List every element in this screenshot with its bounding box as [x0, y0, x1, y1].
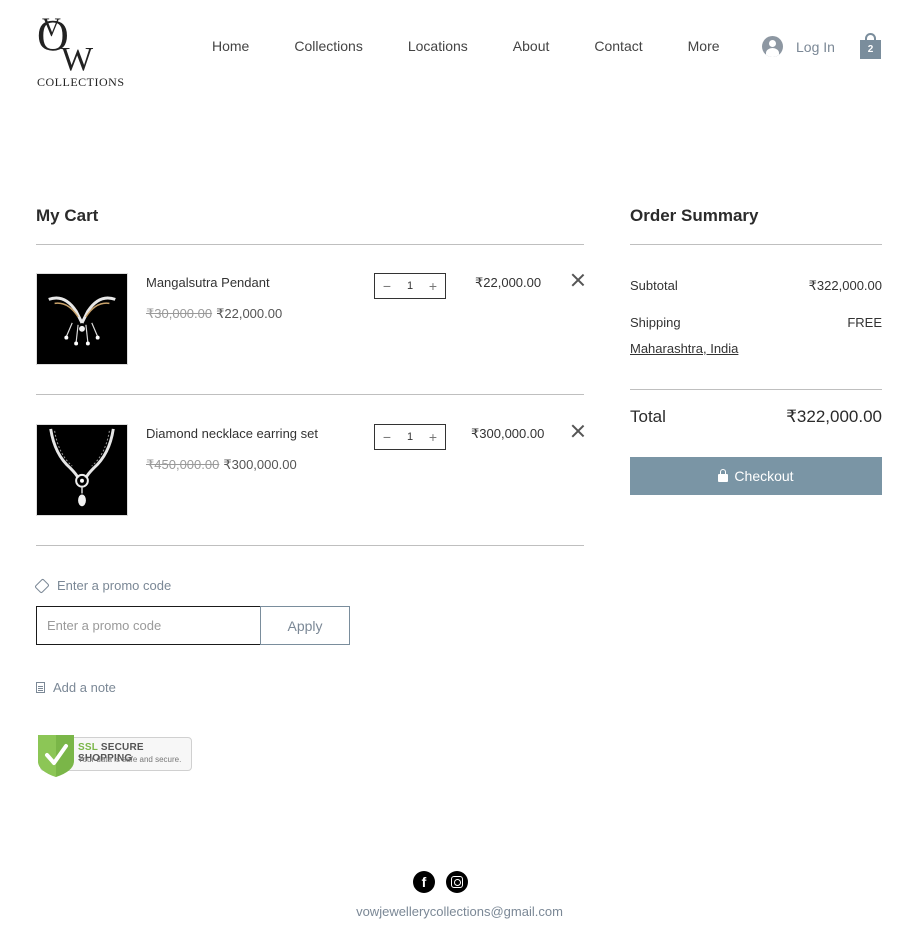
note-icon [36, 682, 45, 693]
increment-button[interactable]: + [427, 430, 439, 444]
quantity-stepper[interactable]: − 1 + [374, 273, 446, 299]
login-button[interactable]: Log In [762, 36, 835, 57]
ssl-secure-badge: SSL SECURE SHOPPING Your data is safe an… [36, 733, 193, 777]
nav-contact[interactable]: Contact [594, 38, 642, 54]
subtotal-value: ₹322,000.00 [808, 278, 882, 293]
instagram-button[interactable] [446, 871, 468, 893]
summary-divider [630, 389, 882, 390]
product-thumbnail[interactable] [36, 273, 128, 365]
line-total: ₹22,000.00 [475, 275, 542, 290]
original-price: ₹450,000.00 [146, 457, 220, 472]
social-links: f [413, 871, 468, 893]
contact-email[interactable]: vowjewellerycollections@gmail.com [0, 904, 919, 919]
cart-item: Mangalsutra Pendant ₹30,000.00 ₹22,000.00… [36, 273, 584, 365]
cart-title: My Cart [36, 206, 99, 225]
vow-monogram-icon: O V W [37, 11, 94, 73]
apply-promo-button[interactable]: Apply [260, 606, 350, 645]
promo-code-toggle[interactable]: Enter a promo code [34, 577, 172, 594]
product-price: ₹450,000.00 ₹300,000.00 [146, 457, 297, 473]
lock-icon [718, 468, 729, 482]
product-name[interactable]: Mangalsutra Pendant [146, 275, 270, 290]
cart-button[interactable]: 2 [860, 33, 881, 59]
svg-text:W: W [61, 41, 94, 73]
sale-price: ₹300,000.00 [223, 457, 297, 472]
original-price: ₹30,000.00 [146, 306, 213, 321]
product-price: ₹30,000.00 ₹22,000.00 [146, 306, 282, 322]
user-avatar-icon [762, 36, 783, 57]
nav-about[interactable]: About [513, 38, 550, 54]
checkout-button[interactable]: Checkout [630, 457, 882, 495]
total-value: ₹322,000.00 [786, 407, 882, 426]
increment-button[interactable]: + [427, 279, 439, 293]
remove-item-close-icon[interactable] [571, 273, 585, 287]
cart-count-badge: 2 [860, 40, 881, 59]
checkout-label: Checkout [734, 468, 794, 484]
subtotal-label: Subtotal [630, 278, 678, 293]
total-label: Total [630, 407, 666, 426]
nav-more[interactable]: More [688, 38, 720, 54]
quantity-stepper[interactable]: − 1 + [374, 424, 446, 450]
nav-collections[interactable]: Collections [294, 38, 362, 54]
tag-icon [34, 577, 50, 594]
line-total: ₹300,000.00 [471, 426, 545, 441]
product-thumbnail[interactable] [36, 424, 128, 516]
decrement-button[interactable]: − [381, 279, 393, 293]
logo-wordmark: COLLECTIONS [37, 75, 125, 89]
quantity-value[interactable]: 1 [407, 280, 413, 292]
remove-item-close-icon[interactable] [571, 424, 585, 438]
summary-divider-top [630, 244, 882, 245]
login-label: Log In [796, 38, 835, 55]
shield-check-icon [38, 735, 74, 777]
facebook-icon: f [421, 874, 427, 890]
promo-link-label: Enter a promo code [57, 578, 172, 593]
quantity-value[interactable]: 1 [407, 431, 413, 443]
add-note-toggle[interactable]: Add a note [36, 680, 116, 695]
product-name[interactable]: Diamond necklace earring set [146, 426, 318, 441]
main-nav: Home Collections Locations About Contact… [212, 38, 720, 54]
decrement-button[interactable]: − [381, 430, 393, 444]
cart-divider [36, 394, 584, 395]
svg-text:V: V [42, 13, 61, 42]
sale-price: ₹22,000.00 [216, 306, 283, 321]
diamond-necklace-image [37, 425, 127, 515]
facebook-button[interactable]: f [413, 871, 435, 893]
cart-item: Diamond necklace earring set ₹450,000.00… [36, 424, 584, 516]
add-note-label: Add a note [53, 680, 116, 695]
mangalsutra-pendant-image [37, 274, 127, 364]
cart-divider-bottom [36, 545, 584, 546]
shipping-value: FREE [847, 315, 882, 330]
instagram-icon [451, 876, 463, 888]
order-summary-title: Order Summary [630, 206, 759, 225]
nav-locations[interactable]: Locations [408, 38, 468, 54]
promo-code-input[interactable] [36, 606, 261, 645]
shipping-location-link[interactable]: Maharashtra, India [630, 341, 738, 356]
shipping-label: Shipping [630, 315, 681, 330]
ssl-subtitle: Your data is safe and secure. [78, 755, 182, 764]
brand-logo[interactable]: O V W COLLECTIONS [35, 8, 124, 90]
cart-divider-top [36, 244, 584, 245]
nav-home[interactable]: Home [212, 38, 249, 54]
